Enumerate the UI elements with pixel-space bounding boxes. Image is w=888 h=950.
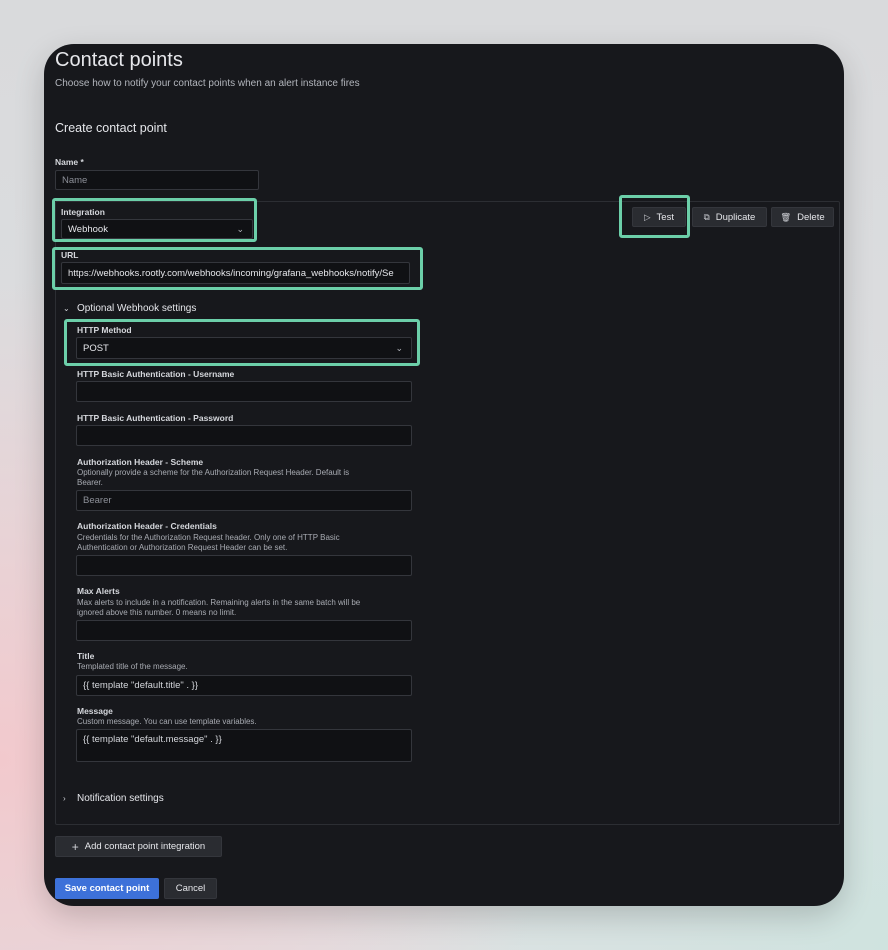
auth-creds-desc-1: Credentials for the Authorization Reques… — [77, 533, 340, 542]
page-subtitle: Choose how to notify your contact points… — [55, 78, 360, 89]
auth-scheme-input[interactable]: Bearer — [76, 490, 412, 511]
url-label: URL — [61, 250, 79, 260]
optional-settings-border — [55, 292, 56, 814]
section-title: Create contact point — [55, 121, 167, 135]
name-input[interactable]: Name — [55, 170, 259, 190]
plus-icon: + — [71, 839, 79, 854]
max-alerts-desc-1: Max alerts to include in a notification.… — [77, 598, 361, 607]
chevron-down-icon: ⌄ — [395, 342, 403, 353]
cancel-button[interactable]: Cancel — [164, 878, 217, 899]
contact-points-window: Contact points Choose how to notify your… — [44, 44, 844, 906]
chevron-right-icon: › — [63, 794, 66, 803]
delete-label: Delete — [797, 211, 825, 223]
duplicate-button[interactable]: ⧉ Duplicate — [692, 207, 767, 227]
chevron-down-icon: ⌄ — [236, 223, 244, 234]
message-label: Message — [77, 706, 113, 716]
optional-settings-label: Optional Webhook settings — [77, 303, 197, 314]
http-method-select[interactable]: POST ⌄ — [76, 337, 412, 359]
test-button[interactable]: ▷ Test — [632, 207, 686, 227]
integration-label: Integration — [61, 207, 105, 217]
auth-scheme-desc-1: Optionally provide a scheme for the Auth… — [77, 468, 350, 477]
title-label: Title — [77, 651, 95, 661]
trash-icon: 🗑 — [780, 211, 792, 222]
integration-select[interactable]: Webhook ⌄ — [61, 219, 253, 239]
send-icon: ▷ — [644, 211, 651, 222]
basic-username-input[interactable] — [76, 381, 412, 402]
auth-scheme-label: Authorization Header - Scheme — [77, 457, 204, 467]
copy-icon: ⧉ — [703, 211, 710, 222]
add-integration-label: Add contact point integration — [84, 841, 206, 852]
auth-creds-label: Authorization Header - Credentials — [77, 521, 217, 531]
name-label: Name * — [55, 157, 84, 167]
integration-value: Webhook — [68, 223, 108, 235]
http-method-label: HTTP Method — [77, 325, 132, 335]
auth-scheme-desc-2: Bearer. — [77, 478, 103, 487]
auth-creds-desc-2: Authentication or Authorization Request … — [77, 543, 288, 552]
url-input[interactable]: https://webhooks.rootly.com/webhooks/inc… — [61, 262, 410, 284]
auth-creds-input[interactable] — [76, 555, 412, 576]
chevron-down-icon: ⌄ — [63, 304, 70, 313]
save-button[interactable]: Save contact point — [55, 878, 159, 899]
add-integration-button[interactable]: + Add contact point integration — [55, 836, 222, 857]
http-method-value: POST — [83, 342, 109, 354]
notification-settings-toggle[interactable]: › Notification settings — [63, 793, 164, 804]
delete-button[interactable]: 🗑 Delete — [771, 207, 834, 227]
message-textarea[interactable]: {{ template "default.message" . }} — [76, 729, 412, 762]
title-desc: Templated title of the message. — [77, 662, 188, 671]
max-alerts-input[interactable] — [76, 620, 412, 641]
basic-password-label: HTTP Basic Authentication - Password — [77, 413, 234, 423]
title-input[interactable]: {{ template "default.title" . }} — [76, 675, 412, 696]
page-title: Contact points — [55, 49, 183, 71]
optional-settings-toggle[interactable]: ⌄ Optional Webhook settings — [63, 303, 196, 314]
duplicate-label: Duplicate — [715, 211, 756, 223]
message-desc: Custom message. You can use template var… — [77, 717, 257, 726]
basic-password-input[interactable] — [76, 425, 412, 446]
notification-settings-label: Notification settings — [77, 793, 164, 804]
basic-username-label: HTTP Basic Authentication - Username — [77, 369, 235, 379]
test-label: Test — [656, 211, 674, 223]
max-alerts-desc-2: ignored above this number. 0 means no li… — [77, 608, 237, 617]
max-alerts-label: Max Alerts — [77, 586, 120, 596]
